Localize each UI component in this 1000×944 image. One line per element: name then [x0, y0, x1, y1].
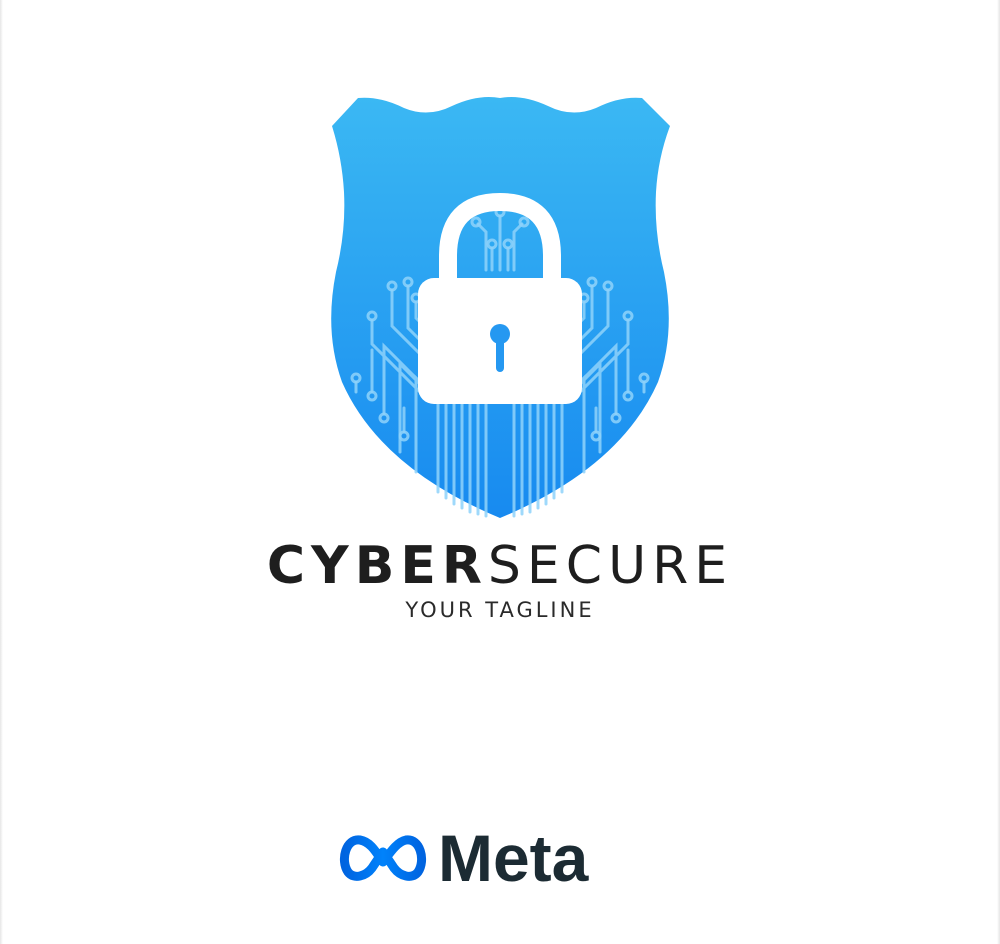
meta-watermark: Meta [338, 822, 638, 894]
logo-canvas: CYBERSECURE YOUR TAGLINE Meta [0, 0, 1000, 944]
wordmark-bold: CYBER [266, 536, 488, 596]
brand-wordmark: CYBERSECURE [0, 528, 1000, 604]
brand-tagline: YOUR TAGLINE [405, 598, 595, 622]
left-edge-shadow [0, 0, 3, 944]
shield-emblem [331, 97, 670, 518]
meta-wordmark: Meta [438, 821, 589, 895]
wordmark-light: SECURE [487, 536, 734, 596]
meta-infinity-icon [340, 835, 426, 881]
